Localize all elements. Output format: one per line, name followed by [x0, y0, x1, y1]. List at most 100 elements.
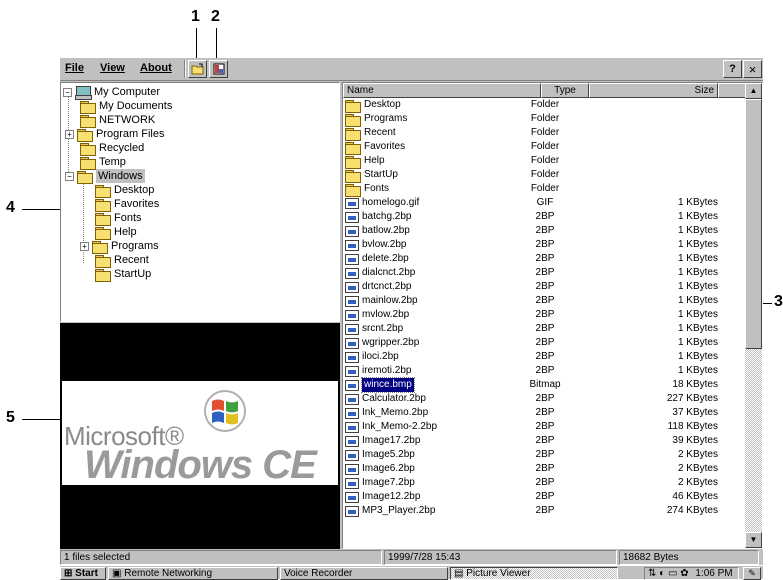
- help-button[interactable]: ?: [723, 60, 742, 78]
- tree-item-programs[interactable]: + Programs: [80, 239, 159, 254]
- file-type: 2BP: [535, 267, 555, 278]
- file-type: 2BP: [535, 463, 555, 474]
- table-row[interactable]: Image17.2bp 2BP 39 KBytes: [343, 434, 746, 448]
- tree-item-network[interactable]: NETWORK: [80, 113, 155, 128]
- table-row[interactable]: Image7.2bp 2BP 2 KBytes: [343, 476, 746, 490]
- column-size[interactable]: Size: [589, 83, 718, 98]
- table-row[interactable]: wgripper.2bp 2BP 1 KBytes: [343, 336, 746, 350]
- table-row[interactable]: Desktop Folder: [343, 98, 746, 113]
- file-type: 2BP: [535, 211, 555, 222]
- keyboard-toggle-icon[interactable]: ✎: [743, 567, 761, 580]
- table-row[interactable]: Fonts Folder: [343, 182, 746, 197]
- table-row[interactable]: MP3_Player.2bp 2BP 274 KBytes: [343, 504, 746, 518]
- folder-icon: [80, 100, 96, 114]
- file-icon: [345, 491, 359, 503]
- column-name[interactable]: Name: [343, 83, 541, 98]
- table-row[interactable]: Image5.2bp 2BP 2 KBytes: [343, 448, 746, 462]
- table-row[interactable]: Image6.2bp 2BP 2 KBytes: [343, 462, 746, 476]
- collapse-icon[interactable]: −: [63, 87, 72, 97]
- folder-tree[interactable]: − My Computer My Documents NETWORK + Pro…: [60, 82, 340, 322]
- close-button[interactable]: ×: [743, 60, 762, 78]
- file-name: batlow.2bp: [345, 224, 410, 238]
- table-row[interactable]: StartUp Folder: [343, 168, 746, 183]
- table-row[interactable]: drtcnct.2bp 2BP 1 KBytes: [343, 280, 746, 294]
- table-row[interactable]: wince.bmp Bitmap 18 KBytes: [343, 377, 746, 393]
- file-icon: [345, 393, 359, 405]
- folder-icon: [345, 183, 361, 197]
- table-row[interactable]: batlow.2bp 2BP 1 KBytes: [343, 224, 746, 238]
- table-row[interactable]: iloci.2bp 2BP 1 KBytes: [343, 350, 746, 364]
- network-icon: ▣: [112, 568, 122, 579]
- scroll-thumb[interactable]: [745, 99, 762, 349]
- tree-root[interactable]: − My Computer: [63, 85, 160, 100]
- file-name: Programs: [345, 112, 407, 127]
- tree-item-recent[interactable]: Recent: [95, 253, 149, 268]
- table-row[interactable]: batchg.2bp 2BP 1 KBytes: [343, 210, 746, 224]
- status-bar: 1 files selected 1999/7/28 15:43 18682 B…: [60, 550, 763, 565]
- preview-toggle-button[interactable]: [209, 60, 228, 78]
- table-row[interactable]: mvlow.2bp 2BP 1 KBytes: [343, 308, 746, 322]
- table-row[interactable]: delete.2bp 2BP 1 KBytes: [343, 252, 746, 266]
- vertical-scrollbar[interactable]: ▲ ▼: [745, 83, 762, 548]
- menu-bar: File View About ? ×: [60, 58, 763, 81]
- table-row[interactable]: Image12.2bp 2BP 46 KBytes: [343, 490, 746, 504]
- file-icon: [345, 309, 359, 321]
- file-type: 2BP: [535, 365, 555, 376]
- file-type: 2BP: [535, 295, 555, 306]
- status-selection: 1 files selected: [60, 550, 382, 565]
- tree-item-desktop[interactable]: Desktop: [95, 183, 154, 198]
- tree-item-favorites[interactable]: Favorites: [95, 197, 159, 212]
- tree-item-temp[interactable]: Temp: [80, 155, 126, 170]
- table-row[interactable]: srcnt.2bp 2BP 1 KBytes: [343, 322, 746, 336]
- scroll-up-button[interactable]: ▲: [745, 83, 762, 99]
- file-type: 2BP: [535, 309, 555, 320]
- tree-item-my-documents[interactable]: My Documents: [80, 99, 172, 114]
- table-row[interactable]: Calculator.2bp 2BP 227 KBytes: [343, 392, 746, 406]
- table-row[interactable]: Recent Folder: [343, 126, 746, 141]
- status-bytes: 18682 Bytes: [619, 550, 759, 565]
- expand-icon[interactable]: +: [80, 241, 89, 251]
- tree-item-fonts[interactable]: Fonts: [95, 211, 142, 226]
- tree-item-windows[interactable]: − Windows: [65, 169, 145, 184]
- column-type[interactable]: Type: [541, 83, 589, 98]
- task-picture-viewer[interactable]: ▤ Picture Viewer: [450, 567, 618, 580]
- file-icon: [345, 295, 359, 307]
- open-button[interactable]: [188, 60, 207, 78]
- table-row[interactable]: bvlow.2bp 2BP 1 KBytes: [343, 238, 746, 252]
- tree-item-help[interactable]: Help: [95, 225, 137, 240]
- picture-icon: ▤: [454, 568, 464, 579]
- file-type: GIF: [536, 197, 554, 208]
- file-size: 1 KBytes: [677, 309, 718, 320]
- tree-item-program-files[interactable]: + Program Files: [65, 127, 164, 142]
- tree-item-recycled[interactable]: Recycled: [80, 141, 144, 156]
- table-row[interactable]: iremoti.2bp 2BP 1 KBytes: [343, 364, 746, 378]
- table-row[interactable]: Favorites Folder: [343, 140, 746, 155]
- table-row[interactable]: dialcnct.2bp 2BP 1 KBytes: [343, 266, 746, 280]
- table-row[interactable]: Ink_Memo-2.2bp 2BP 118 KBytes: [343, 420, 746, 434]
- collapse-icon[interactable]: −: [65, 171, 74, 181]
- table-row[interactable]: mainlow.2bp 2BP 1 KBytes: [343, 294, 746, 308]
- table-row[interactable]: Programs Folder: [343, 112, 746, 127]
- menu-view[interactable]: View: [100, 62, 125, 74]
- table-row[interactable]: Help Folder: [343, 154, 746, 169]
- menu-file[interactable]: File: [65, 62, 84, 74]
- file-name: Recent: [345, 126, 396, 141]
- start-button[interactable]: ⊞ Start: [60, 567, 106, 580]
- file-icon: [345, 449, 359, 461]
- task-remote-networking[interactable]: ▣ Remote Networking: [108, 567, 278, 580]
- file-list[interactable]: Name Type Size Desktop Folder Programs Fold…: [342, 82, 763, 549]
- expand-icon[interactable]: +: [65, 129, 74, 139]
- table-row[interactable]: Ink_Memo.2bp 2BP 37 KBytes: [343, 406, 746, 420]
- file-type: Folder: [530, 113, 560, 124]
- folder-icon: [95, 198, 111, 212]
- tree-item-startup[interactable]: StartUp: [95, 267, 151, 282]
- file-type: Folder: [530, 127, 560, 138]
- task-voice-recorder[interactable]: Voice Recorder: [280, 567, 448, 580]
- file-type: 2BP: [535, 435, 555, 446]
- file-type: 2BP: [535, 337, 555, 348]
- table-row[interactable]: homelogo.gif GIF 1 KBytes: [343, 196, 746, 210]
- file-name: srcnt.2bp: [345, 322, 403, 336]
- clock: 1:06 PM: [695, 568, 733, 579]
- menu-about[interactable]: About: [140, 62, 172, 74]
- scroll-down-button[interactable]: ▼: [745, 532, 762, 548]
